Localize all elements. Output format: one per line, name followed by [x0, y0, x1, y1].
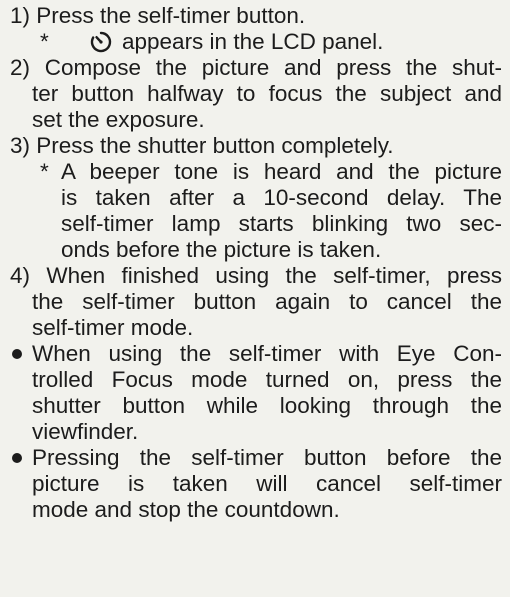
step-3-text: 3) Press the shutter button completely.	[10, 133, 394, 158]
bullet-dot	[12, 349, 22, 359]
bullet-1-line-1: When using the self-timer with Eye Con-	[32, 341, 502, 366]
bullet-2-line-2: picture is taken will cancel self-timer	[32, 471, 502, 496]
bullet-1-line-3: shutter button while looking through the	[32, 393, 502, 418]
step-3-note-line-1: A beeper tone is heard and the picture	[61, 159, 502, 184]
step-3-note-line-2: is taken after a 10-second delay. The	[61, 185, 502, 210]
bullet-2-line-1: Pressing the self-timer button before th…	[32, 445, 502, 470]
bullet-1-line-4: viewfinder.	[32, 419, 139, 444]
bullet-dot	[12, 453, 22, 463]
bullet-1-line-2: trolled Focus mode turned on, press the	[32, 367, 502, 392]
step-3-note-line-4: onds before the picture is taken.	[61, 237, 382, 262]
step-2-line-1: 2) Compose the picture and press the shu…	[10, 55, 502, 80]
manual-page: 1) Press the self-timer button. * appear…	[0, 0, 510, 597]
step-1-text: 1) Press the self-timer button.	[10, 3, 306, 28]
step-1-note-text: appears in the LCD panel.	[122, 29, 384, 54]
step-2-line-2: ter button halfway to focus the subject …	[32, 81, 502, 106]
self-timer-icon	[90, 31, 112, 53]
step-4-line-3: self-timer mode.	[32, 315, 194, 340]
step-1-note-marker: *	[40, 29, 49, 54]
step-2-line-3: set the exposure.	[32, 107, 205, 132]
step-4-line-1: 4) When finished using the self-timer, p…	[10, 263, 502, 288]
step-3-note-marker: *	[40, 159, 49, 184]
bullet-2-line-3: mode and stop the countdown.	[32, 497, 340, 522]
step-3-note-line-3: self-timer lamp starts blinking two sec-	[61, 211, 502, 236]
step-4-line-2: the self-timer button again to cancel th…	[32, 289, 502, 314]
